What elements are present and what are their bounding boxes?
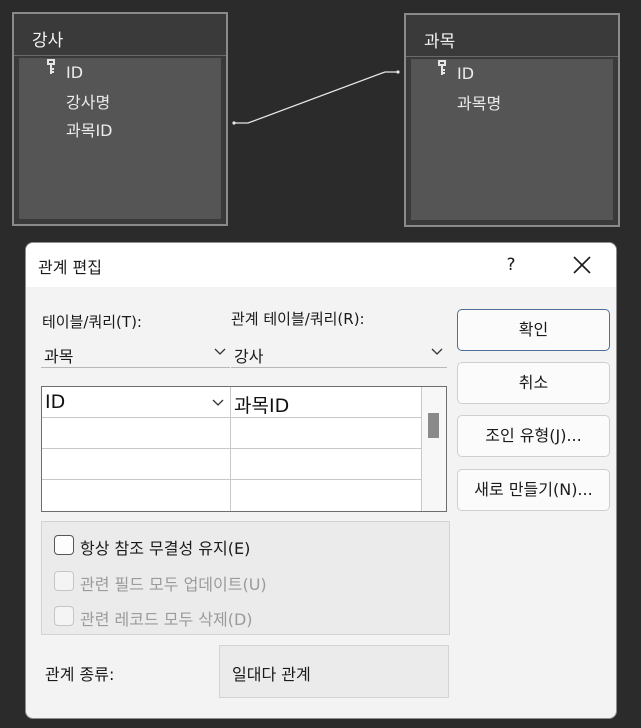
edit-relationships-dialog: 관계 편집 ? 테이블/쿼리(T): 관계 테이블/쿼리(R): 과목 강사 I…	[25, 242, 617, 719]
cascade-update-checkbox[interactable]: 관련 필드 모두 업데이트(U)	[54, 569, 314, 594]
related-table-query-value: 강사	[234, 347, 264, 366]
relationship-type-label: 관계 종류:	[45, 665, 115, 684]
enforce-integrity-checkbox[interactable]: 항상 참조 무결성 유지(E)	[54, 533, 314, 558]
table-title: 강사	[14, 14, 226, 56]
join-type-button[interactable]: 조인 유형(J)...	[457, 415, 610, 457]
checkbox-label: 관련 필드 모두 업데이트(U)	[80, 575, 267, 594]
checkbox-label: 항상 참조 무결성 유지(E)	[80, 539, 251, 558]
grid-cell-field[interactable]	[42, 418, 231, 449]
close-icon	[573, 256, 591, 274]
table-instructor[interactable]: 강사 ID 강사명 과목ID	[12, 12, 228, 226]
field-instructor-name[interactable]: 강사명	[66, 89, 110, 113]
dialog-title: 관계 편집	[38, 258, 102, 277]
related-table-query-select[interactable]: 강사	[231, 338, 447, 368]
ok-button[interactable]: 확인	[457, 309, 610, 351]
help-button[interactable]: ?	[496, 247, 526, 283]
cancel-button[interactable]: 취소	[457, 362, 610, 404]
checkbox-box[interactable]	[54, 571, 74, 591]
field-id[interactable]: ID	[457, 64, 474, 83]
cascade-delete-checkbox[interactable]: 관련 레코드 모두 삭제(D)	[54, 604, 314, 629]
grid-scrollbar[interactable]	[422, 387, 446, 511]
chevron-down-icon[interactable]	[212, 399, 224, 407]
grid-cell-text: 과목ID	[234, 395, 290, 417]
grid-cell-related-field[interactable]	[231, 418, 422, 449]
table-query-select[interactable]: 과목	[41, 338, 230, 368]
grid-cell-field[interactable]	[42, 480, 231, 511]
field-mapping-grid: ID 과목ID	[41, 386, 447, 512]
table-query-value: 과목	[44, 347, 74, 366]
field-list: ID 강사명 과목ID	[19, 58, 221, 219]
dialog-titlebar: 관계 편집 ?	[26, 243, 616, 287]
integrity-options: 항상 참조 무결성 유지(E) 관련 필드 모두 업데이트(U) 관련 레코드 …	[41, 521, 450, 635]
grid-cell-related-field[interactable]: 과목ID	[231, 387, 422, 418]
primary-key-icon	[438, 60, 446, 75]
relationship-type-value: 일대다 관계	[232, 665, 311, 684]
field-subject-name[interactable]: 과목명	[457, 90, 501, 114]
close-button[interactable]	[566, 247, 598, 283]
create-new-button[interactable]: 새로 만들기(N)...	[457, 469, 610, 511]
related-table-query-label: 관계 테이블/쿼리(R):	[231, 310, 365, 328]
checkbox-box[interactable]	[54, 535, 74, 555]
chevron-down-icon	[431, 348, 443, 355]
field-subject-id[interactable]: 과목ID	[66, 117, 112, 141]
chevron-down-icon	[214, 348, 226, 355]
table-query-label: 테이블/쿼리(T):	[42, 313, 142, 331]
grid-cell-related-field[interactable]	[231, 449, 422, 480]
grid-cell-text: ID	[45, 391, 66, 413]
grid-cell-field[interactable]	[42, 449, 231, 480]
grid-cell-field[interactable]: ID	[42, 387, 231, 418]
table-subject[interactable]: 과목 ID 과목명	[404, 13, 620, 227]
grid-cell-related-field[interactable]	[231, 480, 422, 511]
primary-key-icon	[47, 59, 55, 74]
scrollbar-thumb[interactable]	[428, 413, 439, 438]
checkbox-label: 관련 레코드 모두 삭제(D)	[80, 610, 253, 629]
field-id[interactable]: ID	[66, 63, 83, 82]
field-list: ID 과목명	[411, 59, 613, 220]
relationship-type-field: 일대다 관계	[219, 645, 449, 698]
checkbox-box[interactable]	[54, 606, 74, 626]
table-title: 과목	[406, 15, 618, 57]
